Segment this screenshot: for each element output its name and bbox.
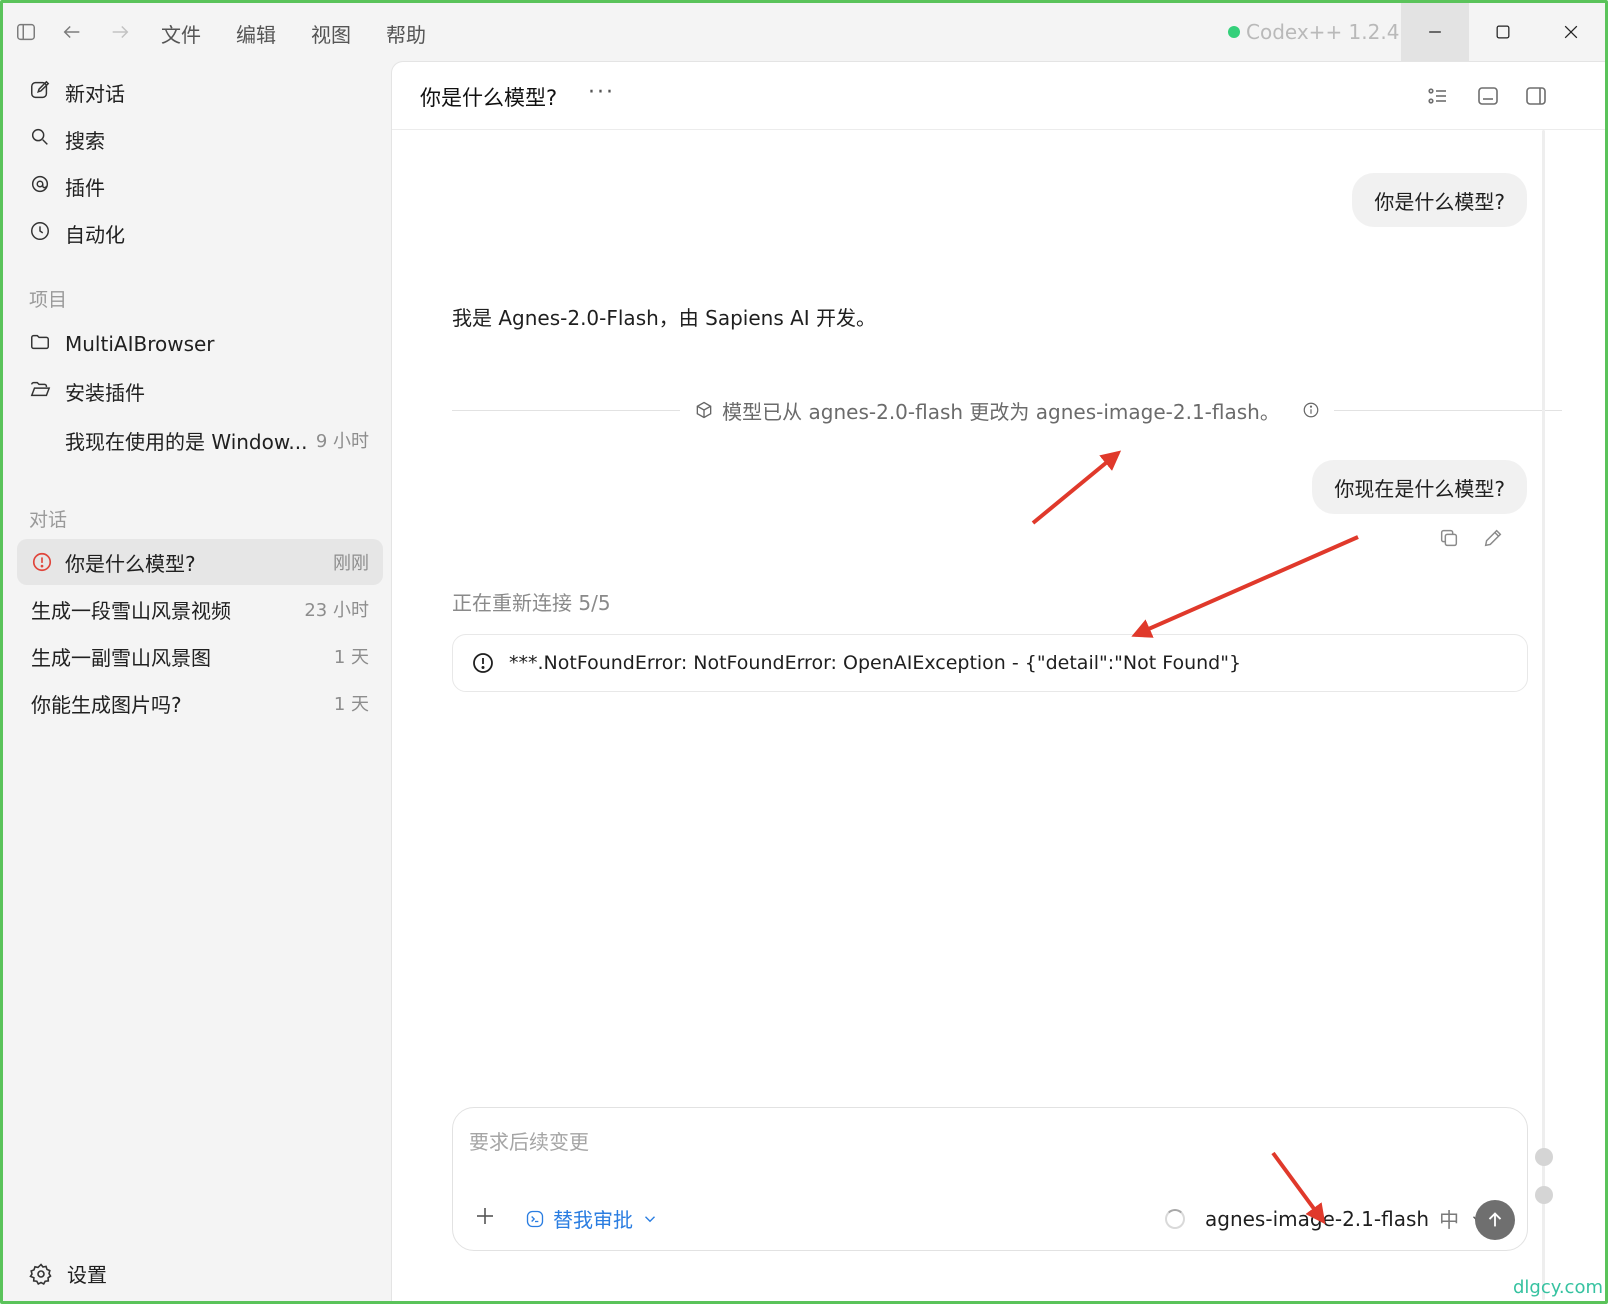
edit-icon <box>29 79 51 106</box>
conversation-time: 刚刚 <box>333 553 369 574</box>
settings-button[interactable]: 设置 <box>29 1259 107 1288</box>
minimize-button[interactable] <box>1401 3 1469 61</box>
user-message-bubble: 你现在是什么模型? <box>1312 460 1527 514</box>
alert-icon <box>471 651 495 675</box>
divider <box>452 409 681 411</box>
model-name: agnes-image-2.1-flash <box>1205 1206 1430 1231</box>
approve-label: 替我审批 <box>553 1208 633 1232</box>
plugin-icon <box>29 173 51 200</box>
side-panel-icon[interactable] <box>1524 84 1550 110</box>
app-version-badge: Codex++ 1.2.4 <box>1228 20 1399 44</box>
model-change-notice: 模型已从 agnes-2.0-flash 更改为 agnes-image-2.1… <box>452 392 1563 428</box>
message-composer: 替我审批 agnes-image-2.1-flash 中 <box>452 1107 1528 1251</box>
error-text: ***.NotFoundError: NotFoundError: OpenAI… <box>509 652 1242 674</box>
error-message: ***.NotFoundError: NotFoundError: OpenAI… <box>452 634 1528 692</box>
project-thread-item[interactable]: 我现在使用的是 Window... 9 小时 <box>51 417 383 463</box>
assistant-message: 我是 Agnes-2.0-Flash，由 Sapiens AI 开发。 <box>452 306 877 330</box>
thread-time: 9 小时 <box>315 431 369 452</box>
conversation-time: 1 天 <box>333 694 369 715</box>
project-install-plugins[interactable]: 安装插件 <box>29 375 145 407</box>
project-label: 安装插件 <box>65 380 145 405</box>
info-icon[interactable] <box>1302 401 1320 419</box>
conversation-item[interactable]: 生成一副雪山风景图 1 天 <box>17 633 383 679</box>
nav-label: 插件 <box>65 175 105 200</box>
conversation-title: 生成一段雪山风景视频 <box>31 598 231 623</box>
cube-icon <box>694 400 714 420</box>
clock-icon <box>29 220 51 247</box>
chevron-down-icon <box>641 1210 659 1228</box>
sidebar: 新对话 搜索 插件 自动化 项目 MultiAIBrowser 安装插件 我现在… <box>3 61 391 1301</box>
thread-title: 我现在使用的是 Window... <box>65 429 308 454</box>
menu-edit[interactable]: 编辑 <box>236 19 276 48</box>
send-button[interactable] <box>1475 1200 1515 1240</box>
app-window: 文件 编辑 视图 帮助 Codex++ 1.2.4 新对话 搜索 插件 自动化 … <box>0 0 1608 1304</box>
error-icon <box>31 551 53 573</box>
user-message-bubble: 你是什么模型? <box>1352 173 1527 227</box>
message-input[interactable] <box>469 1130 1469 1154</box>
scroll-marker[interactable] <box>1535 1186 1553 1204</box>
menu-help[interactable]: 帮助 <box>386 19 426 48</box>
search-icon <box>29 126 51 153</box>
gear-icon <box>29 1262 53 1286</box>
nav-label: 搜索 <box>65 128 105 153</box>
model-change-text: 模型已从 agnes-2.0-flash 更改为 agnes-image-2.1… <box>722 399 1280 424</box>
conversation-item[interactable]: 生成一段雪山风景视频 23 小时 <box>17 586 383 632</box>
status-dot <box>1228 26 1240 38</box>
menu-file[interactable]: 文件 <box>161 19 201 48</box>
nav-new-chat[interactable]: 新对话 <box>29 76 125 108</box>
chat-panel: 你是什么模型? ··· 你是什么模型? 我是 Agnes-2.0-Flash，由… <box>391 61 1605 1301</box>
watermark: dlgcy.com <box>1513 1277 1603 1298</box>
conversations-section-label: 对话 <box>29 509 68 531</box>
more-options-icon[interactable]: ··· <box>588 80 615 105</box>
project-multiaibrowser[interactable]: MultiAIBrowser <box>29 328 215 360</box>
edit-pencil-icon[interactable] <box>1482 527 1506 551</box>
nav-automation[interactable]: 自动化 <box>29 217 125 249</box>
bottom-panel-icon[interactable] <box>1476 84 1502 110</box>
projects-section-label: 项目 <box>29 289 68 311</box>
chat-header: 你是什么模型? ··· <box>392 62 1605 130</box>
conversation-time: 1 天 <box>333 647 369 668</box>
add-attachment-button[interactable] <box>473 1204 499 1230</box>
page-title: 你是什么模型? <box>420 86 558 110</box>
effort-level: 中 <box>1439 1208 1460 1232</box>
app-name: Codex++ 1.2.4 <box>1246 20 1400 44</box>
reconnect-status: 正在重新连接 5/5 <box>452 591 611 615</box>
divider <box>1333 409 1563 411</box>
auto-approve-dropdown[interactable]: 替我审批 <box>525 1204 659 1233</box>
conversation-item-active[interactable]: 你是什么模型? 刚刚 <box>17 539 383 585</box>
close-button[interactable] <box>1537 3 1605 61</box>
nav-plugins[interactable]: 插件 <box>29 170 105 202</box>
settings-label: 设置 <box>67 1263 107 1287</box>
copy-icon[interactable] <box>1438 527 1462 551</box>
model-selector[interactable]: agnes-image-2.1-flash 中 <box>1165 1204 1487 1233</box>
folder-icon <box>29 331 51 358</box>
folder-open-icon <box>29 378 51 405</box>
maximize-button[interactable] <box>1469 3 1537 61</box>
loading-spinner-icon <box>1165 1208 1185 1229</box>
project-label: MultiAIBrowser <box>65 332 215 356</box>
outline-list-icon[interactable] <box>1426 84 1452 110</box>
back-arrow-icon[interactable] <box>59 19 85 45</box>
scroll-marker[interactable] <box>1535 1148 1553 1166</box>
conversation-title: 你是什么模型? <box>65 551 196 576</box>
conversation-time: 23 小时 <box>304 600 369 621</box>
conversation-item[interactable]: 你能生成图片吗? 1 天 <box>17 680 383 726</box>
nav-label: 新对话 <box>65 81 125 106</box>
conversation-title: 生成一副雪山风景图 <box>31 645 211 670</box>
menu-view[interactable]: 视图 <box>311 19 351 48</box>
forward-arrow-icon[interactable] <box>107 19 133 45</box>
terminal-shield-icon <box>525 1209 545 1229</box>
title-bar: 文件 编辑 视图 帮助 Codex++ 1.2.4 <box>3 3 1605 61</box>
nav-label: 自动化 <box>65 222 125 247</box>
sidebar-toggle-icon[interactable] <box>13 19 39 45</box>
scrollbar[interactable] <box>1542 130 1545 1300</box>
nav-search[interactable]: 搜索 <box>29 123 105 155</box>
conversation-title: 你能生成图片吗? <box>31 692 182 717</box>
